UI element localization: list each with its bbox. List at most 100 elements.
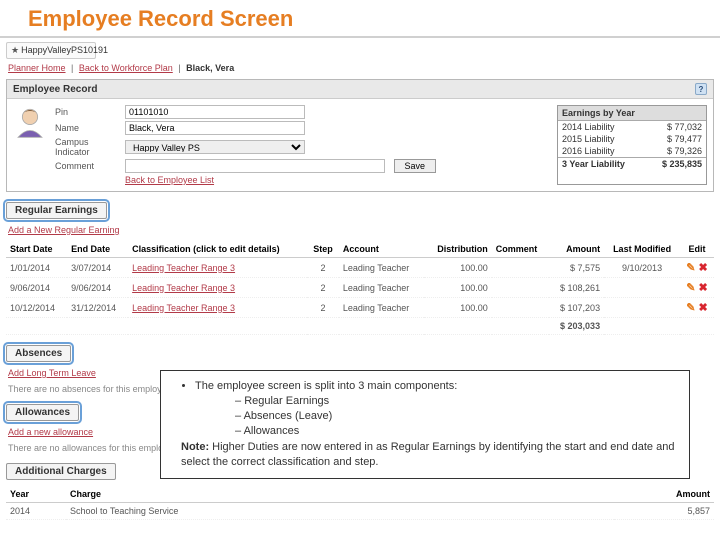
cell-class-link[interactable]: Leading Teacher Range 3 <box>128 298 307 318</box>
breadcrumb: Planner Home | Back to Workforce Plan | … <box>8 63 712 73</box>
callout-bullet: Regular Earnings <box>244 395 329 407</box>
add-regular-earning-link[interactable]: Add a New Regular Earning <box>8 225 712 235</box>
edit-icon[interactable]: ✎ <box>686 282 695 294</box>
name-field[interactable] <box>125 121 305 135</box>
back-to-list-link[interactable]: Back to Employee List <box>125 175 549 185</box>
col-comment: Comment <box>492 241 549 258</box>
callout-line1: The employee screen is split into 3 main… <box>195 380 457 392</box>
pin-field[interactable] <box>125 105 305 119</box>
panel-title: Employee Record <box>13 84 97 95</box>
cell-step: 2 <box>307 278 339 298</box>
help-icon[interactable]: ? <box>695 83 707 95</box>
cell-modified: 9/10/2013 <box>604 258 680 278</box>
earnings-total-label: 3 Year Liability <box>562 159 625 169</box>
cell-end: 9/06/2014 <box>67 278 128 298</box>
earnings-row-label: 2016 Liability <box>562 146 615 156</box>
cell-comment <box>492 298 549 318</box>
col-year: Year <box>6 486 66 503</box>
cell-modified <box>604 278 680 298</box>
cell-account: Leading Teacher <box>339 278 425 298</box>
col-start: Start Date <box>6 241 67 258</box>
comment-label: Comment <box>55 161 125 171</box>
slide-title: Employee Record Screen <box>0 0 720 38</box>
cell-charge-amount: 5,857 <box>614 503 714 520</box>
table-row: 10/12/2014 31/12/2014 Leading Teacher Ra… <box>6 298 714 318</box>
explanation-callout: The employee screen is split into 3 main… <box>160 370 690 479</box>
col-modified: Last Modified <box>604 241 680 258</box>
delete-icon[interactable]: ✖ <box>699 262 708 274</box>
table-total-row: $ 203,033 <box>6 318 714 335</box>
campus-select[interactable]: Happy Valley PS <box>125 140 305 154</box>
cell-charge: School to Teaching Service <box>66 503 614 520</box>
col-step: Step <box>307 241 339 258</box>
cell-amount: $ 108,261 <box>549 278 604 298</box>
employee-record-panel: Employee Record ? Pin Name Campus Indica… <box>6 79 714 192</box>
callout-bullet: Absences (Leave) <box>244 410 333 422</box>
cell-step: 2 <box>307 298 339 318</box>
comment-field[interactable] <box>125 159 385 173</box>
tab-additional-charges[interactable]: Additional Charges <box>6 463 116 480</box>
campus-selector[interactable]: ★HappyValleyPS10191 <box>6 42 96 59</box>
cell-end: 3/07/2014 <box>67 258 128 278</box>
cell-dist: 100.00 <box>424 258 491 278</box>
callout-note-label: Note: <box>181 441 209 453</box>
cell-account: Leading Teacher <box>339 258 425 278</box>
star-icon: ★ <box>11 45 19 55</box>
cell-comment <box>492 258 549 278</box>
tab-absences[interactable]: Absences <box>6 345 71 362</box>
breadcrumb-home[interactable]: Planner Home <box>8 63 66 73</box>
table-row: 2014 School to Teaching Service 5,857 <box>6 503 714 520</box>
earnings-row-label: 2014 Liability <box>562 122 615 132</box>
avatar <box>13 105 47 139</box>
cell-amount: $ 7,575 <box>549 258 604 278</box>
earnings-row-value: $ 79,326 <box>667 146 702 156</box>
col-end: End Date <box>67 241 128 258</box>
cell-total: $ 203,033 <box>549 318 604 335</box>
earnings-by-year-box: Earnings by Year 2014 Liability$ 77,032 … <box>557 105 707 185</box>
earnings-row-value: $ 77,032 <box>667 122 702 132</box>
edit-icon[interactable]: ✎ <box>686 302 695 314</box>
table-row: 9/06/2014 9/06/2014 Leading Teacher Rang… <box>6 278 714 298</box>
campus-label: Campus Indicator <box>55 137 125 157</box>
delete-icon[interactable]: ✖ <box>699 302 708 314</box>
col-class: Classification (click to edit details) <box>128 241 307 258</box>
table-row: 1/01/2014 3/07/2014 Leading Teacher Rang… <box>6 258 714 278</box>
col-account: Account <box>339 241 425 258</box>
earnings-total-value: $ 235,835 <box>662 159 702 169</box>
cell-end: 31/12/2014 <box>67 298 128 318</box>
tab-allowances[interactable]: Allowances <box>6 404 79 421</box>
earnings-row-label: 2015 Liability <box>562 134 615 144</box>
name-label: Name <box>55 123 125 133</box>
col-dist: Distribution <box>424 241 491 258</box>
cell-class-link[interactable]: Leading Teacher Range 3 <box>128 278 307 298</box>
cell-year: 2014 <box>6 503 66 520</box>
save-button[interactable]: Save <box>394 159 437 173</box>
callout-bullet: Allowances <box>244 425 300 437</box>
charges-table: Year Charge Amount 2014 School to Teachi… <box>6 486 714 520</box>
regular-earnings-table: Start Date End Date Classification (clic… <box>6 241 714 335</box>
cell-class-link[interactable]: Leading Teacher Range 3 <box>128 258 307 278</box>
callout-note-text: Higher Duties are now entered in as Regu… <box>181 441 674 468</box>
cell-amount: $ 107,203 <box>549 298 604 318</box>
cell-comment <box>492 278 549 298</box>
col-edit: Edit <box>680 241 714 258</box>
campus-selector-text: HappyValleyPS10191 <box>21 45 108 55</box>
col-charge: Charge <box>66 486 614 503</box>
tab-regular-earnings[interactable]: Regular Earnings <box>6 202 107 219</box>
cell-modified <box>604 298 680 318</box>
cell-start: 1/01/2014 <box>6 258 67 278</box>
breadcrumb-current: Black, Vera <box>186 63 234 73</box>
cell-start: 10/12/2014 <box>6 298 67 318</box>
cell-dist: 100.00 <box>424 278 491 298</box>
breadcrumb-back[interactable]: Back to Workforce Plan <box>79 63 173 73</box>
delete-icon[interactable]: ✖ <box>699 282 708 294</box>
col-amount: Amount <box>549 241 604 258</box>
col-charge-amount: Amount <box>614 486 714 503</box>
cell-start: 9/06/2014 <box>6 278 67 298</box>
cell-account: Leading Teacher <box>339 298 425 318</box>
earnings-row-value: $ 79,477 <box>667 134 702 144</box>
edit-icon[interactable]: ✎ <box>686 262 695 274</box>
pin-label: Pin <box>55 107 125 117</box>
cell-dist: 100.00 <box>424 298 491 318</box>
earnings-header: Earnings by Year <box>558 106 706 121</box>
